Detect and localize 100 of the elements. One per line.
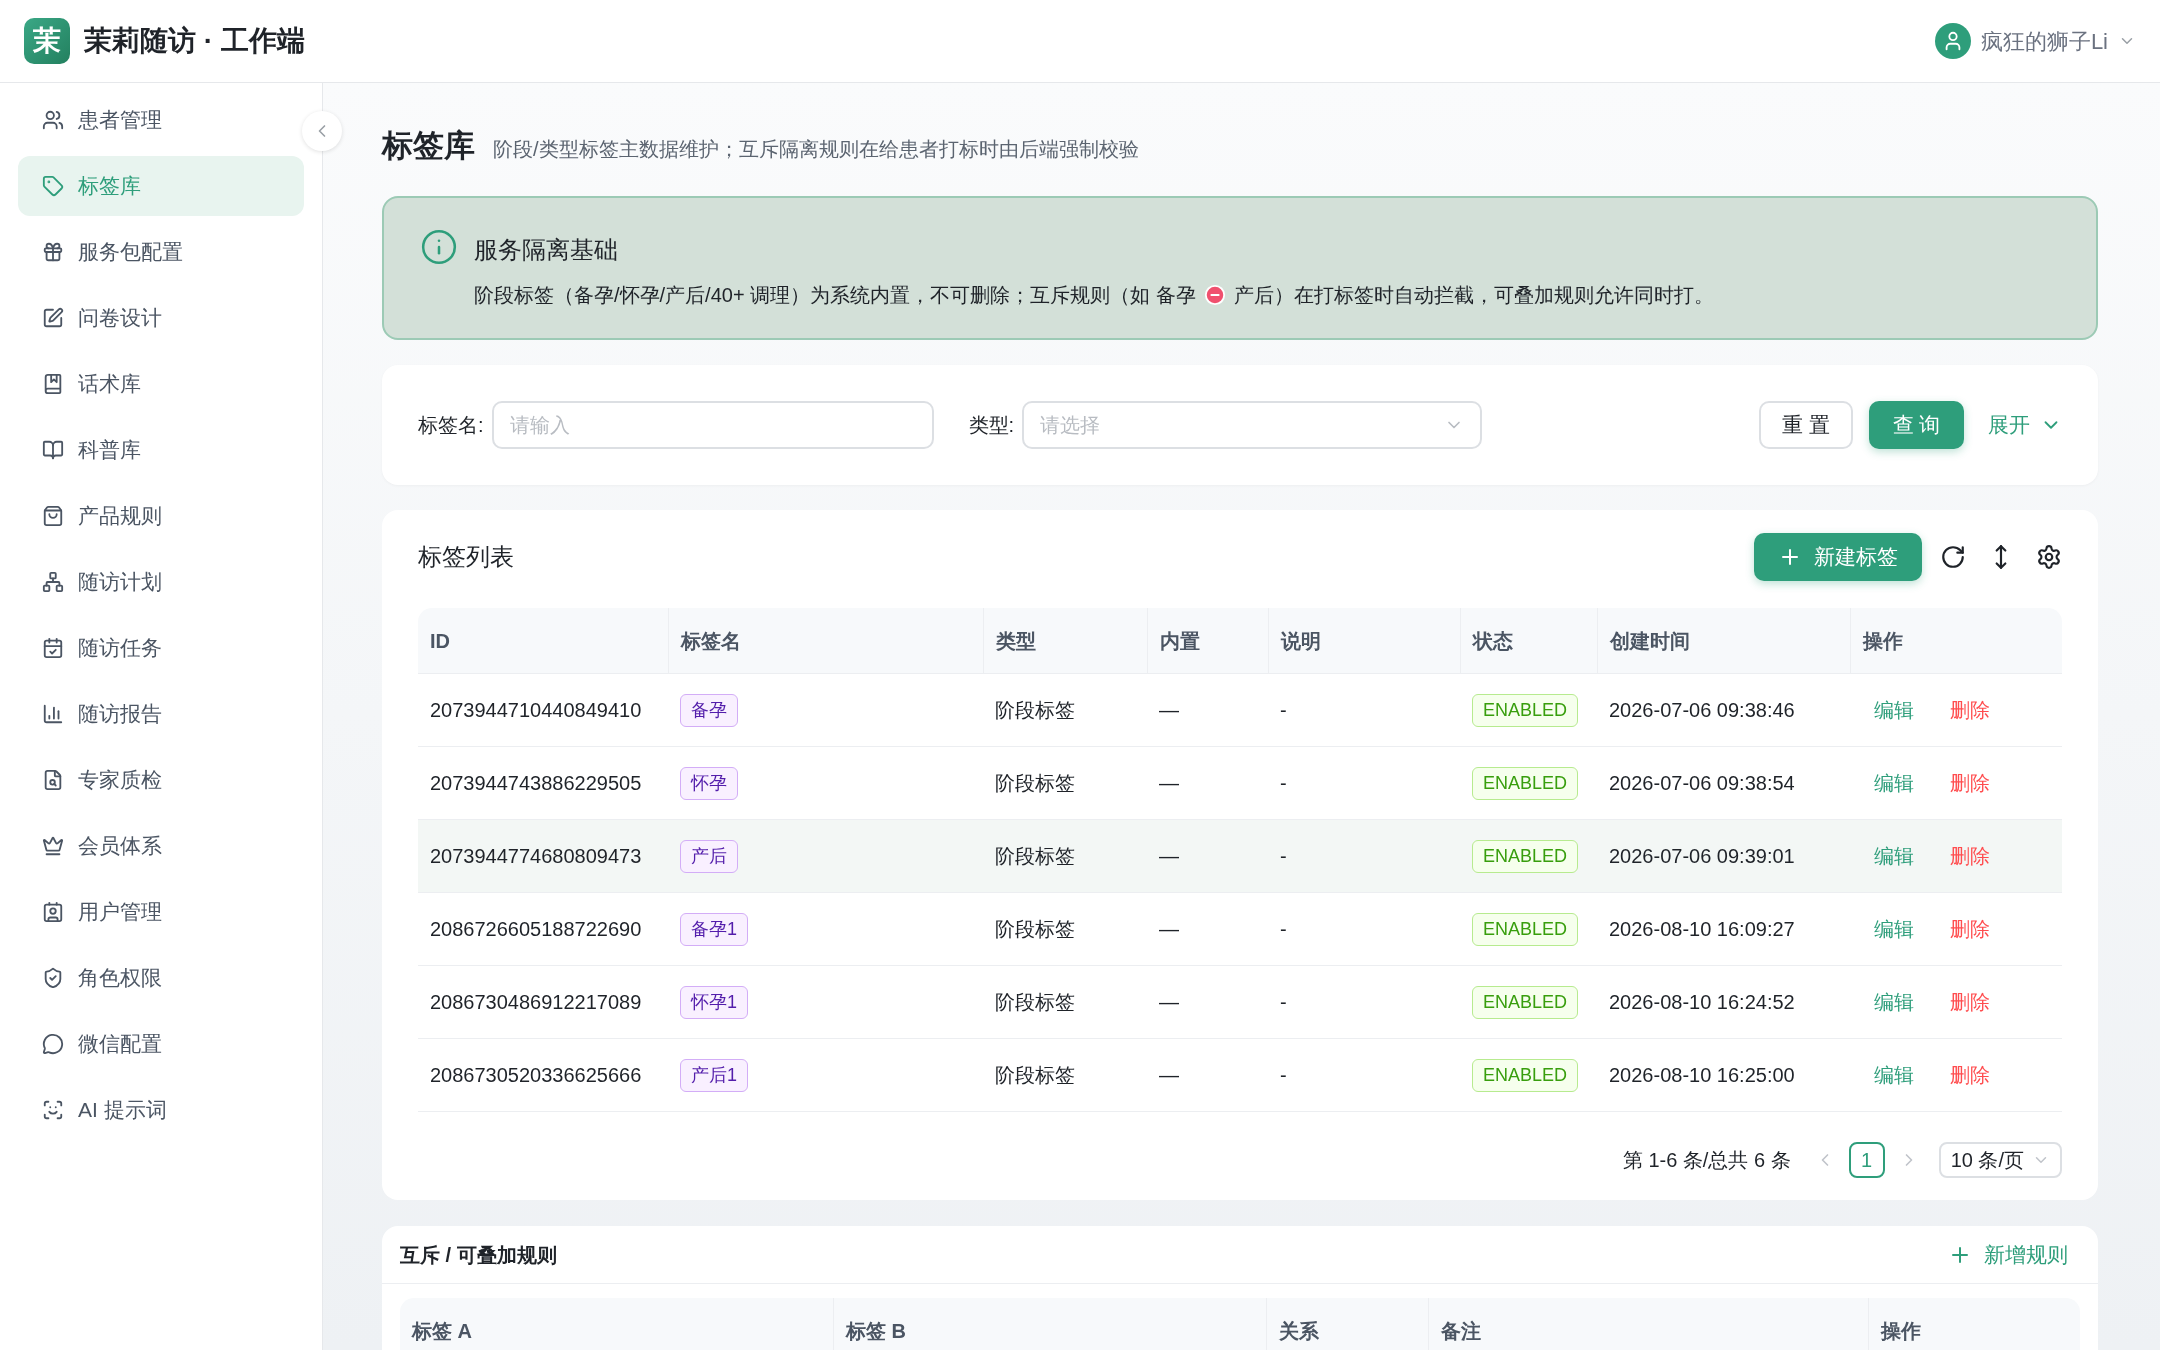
note-cell: - — [1280, 699, 1287, 721]
tag-chip: 怀孕 — [680, 766, 738, 800]
id-cell: 2073944774680809473 — [430, 845, 642, 867]
id-cell: 2073944710440849410 — [430, 699, 642, 721]
sidebar-item[interactable]: 产品规则 — [18, 486, 304, 546]
sidebar-item[interactable]: 问卷设计 — [18, 288, 304, 348]
reset-button[interactable]: 重 置 — [1759, 401, 1853, 449]
status-tag: ENABLED — [1472, 693, 1579, 727]
sidebar-label: 问卷设计 — [78, 305, 162, 332]
id-cell: 2086730520336625666 — [430, 1064, 642, 1086]
info-icon — [420, 228, 458, 266]
column-header: 备注 — [1441, 1319, 1481, 1344]
sidebar-item[interactable]: 会员体系 — [18, 816, 304, 876]
column-header: 操作 — [1881, 1319, 1921, 1344]
chat-icon — [42, 1033, 64, 1055]
calendar-icon — [42, 637, 64, 659]
crown-icon — [42, 835, 64, 857]
created-time-cell: 2026-07-06 09:39:01 — [1609, 845, 1795, 867]
sidebar-item[interactable]: 科普库 — [18, 420, 304, 480]
face-frame-icon — [42, 1099, 64, 1121]
gift-icon — [42, 241, 64, 263]
tag-chip: 备孕 — [680, 693, 738, 727]
type-cell: 阶段标签 — [995, 1064, 1075, 1086]
column-header: 标签名 — [681, 628, 741, 654]
type-cell: 阶段标签 — [995, 699, 1075, 721]
book-icon — [42, 373, 64, 395]
alert-text: 产后）在打标签时自动拦截，可叠加规则允许同时打。 — [1233, 283, 1714, 308]
edit-icon — [42, 307, 64, 329]
builtin-cell: — — [1159, 845, 1179, 867]
sidebar-item[interactable]: 患者管理 — [18, 90, 304, 150]
column-header: 类型 — [996, 628, 1036, 654]
note-cell: - — [1280, 918, 1287, 940]
bag-icon — [42, 505, 64, 527]
sidebar-item[interactable]: 用户管理 — [18, 882, 304, 942]
status-tag: ENABLED — [1472, 839, 1579, 873]
sidebar-item[interactable]: 随访任务 — [18, 618, 304, 678]
alert-title: 服务隔离基础 — [474, 235, 619, 265]
sidebar-item[interactable]: 随访报告 — [18, 684, 304, 744]
note-cell: - — [1280, 845, 1287, 867]
sidebar-item[interactable]: 微信配置 — [18, 1014, 304, 1074]
sidebar-item[interactable]: 随访计划 — [18, 552, 304, 612]
users-icon — [42, 109, 64, 131]
hierarchy-icon — [42, 571, 64, 593]
column-header: 标签 A — [412, 1319, 472, 1344]
column-header: 内置 — [1160, 628, 1200, 654]
type-cell: 阶段标签 — [995, 772, 1075, 794]
column-header: ID — [430, 628, 450, 654]
status-tag: ENABLED — [1472, 766, 1579, 800]
created-time-cell: 2026-08-10 16:25:00 — [1609, 1064, 1795, 1086]
sidebar-label: 专家质检 — [78, 767, 162, 794]
page-size-select[interactable]: 10 条/页 — [1938, 1142, 2062, 1178]
pagination-summary: 第 1-6 条/总共 6 条 — [1622, 1148, 1791, 1173]
id-cell: 2086726605188722690 — [430, 918, 642, 940]
refresh-icon[interactable] — [1940, 544, 1966, 570]
sidebar-item[interactable]: 话术库 — [18, 354, 304, 414]
column-header: 创建时间 — [1610, 628, 1690, 654]
sidebar-label: 随访任务 — [78, 635, 162, 662]
column-header: 操作 — [1863, 628, 1903, 654]
rules-title: 互斥 / 可叠加规则 — [400, 1242, 557, 1268]
tag-name-input[interactable]: 请输入 — [491, 401, 934, 449]
app-title: 茉莉随访 · 工作端 — [84, 24, 305, 58]
created-time-cell: 2026-08-10 16:24:52 — [1609, 991, 1795, 1013]
sidebar-label: 随访计划 — [78, 569, 162, 596]
table-title: 标签列表 — [418, 542, 514, 572]
sidebar-item[interactable]: 服务包配置 — [18, 222, 304, 282]
tag-chip: 产后 — [680, 839, 738, 873]
note-cell: - — [1280, 1064, 1287, 1086]
tag-icon — [42, 175, 64, 197]
tag-chip: 怀孕1 — [680, 985, 748, 1019]
sidebar-item[interactable]: 专家质检 — [18, 750, 304, 810]
tag-chip: 备孕1 — [680, 912, 748, 946]
sidebar-item[interactable]: 角色权限 — [18, 948, 304, 1008]
column-header: 标签 B — [846, 1319, 906, 1344]
sidebar-label: 随访报告 — [78, 701, 162, 728]
column-header: 说明 — [1281, 628, 1321, 654]
sidebar-label: 会员体系 — [78, 833, 162, 860]
id-cell: 2086730486912217089 — [430, 991, 642, 1013]
builtin-cell: — — [1159, 772, 1179, 794]
sidebar-label: 微信配置 — [78, 1031, 162, 1058]
user-avatar[interactable] — [1934, 23, 1971, 59]
note-cell: - — [1280, 772, 1287, 794]
sidebar-label: 标签库 — [78, 173, 141, 200]
created-time-cell: 2026-07-06 09:38:46 — [1609, 699, 1795, 721]
sidebar-label: 服务包配置 — [78, 239, 183, 266]
builtin-cell: — — [1159, 918, 1179, 940]
sidebar-label: 产品规则 — [78, 503, 162, 530]
builtin-cell: — — [1159, 699, 1179, 721]
page-subtitle: 阶段/类型标签主数据维护；互斥隔离规则在给患者打标时由后端强制校验 — [493, 137, 1139, 162]
user-name[interactable]: 疯狂的狮子Li — [1980, 24, 2108, 58]
bar-chart-icon — [42, 703, 64, 725]
sidebar-label: 角色权限 — [78, 965, 162, 992]
sidebar-item[interactable]: AI 提示词 — [18, 1080, 304, 1140]
settings-icon[interactable] — [2036, 544, 2062, 570]
alert-text: 阶段标签（备孕/怀孕/产后/40+ 调理）为系统内置，不可删除；互斥规则（如 备孕 — [474, 283, 1196, 308]
status-tag: ENABLED — [1472, 912, 1579, 946]
created-time-cell: 2026-08-10 16:09:27 — [1609, 918, 1795, 940]
note-cell: - — [1280, 991, 1287, 1013]
sidebar-label: 科普库 — [78, 437, 141, 464]
field-label: 标签名: — [418, 413, 484, 438]
document-icon — [42, 769, 64, 791]
